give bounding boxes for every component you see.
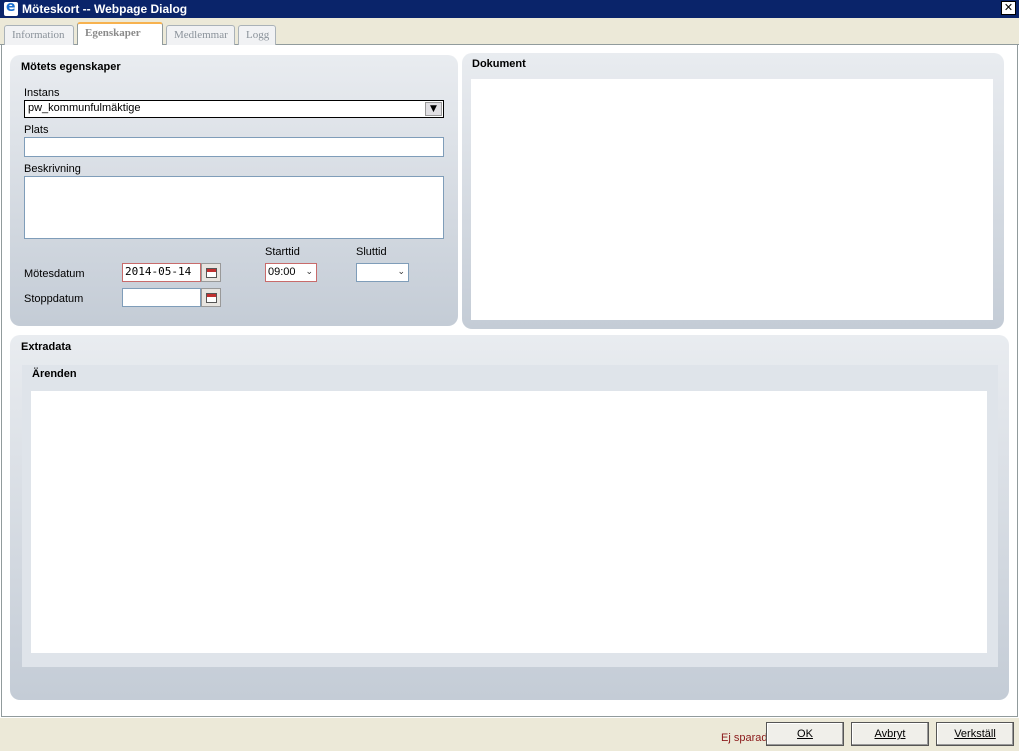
- meeting-date-label: Mötesdatum: [24, 268, 85, 280]
- place-input[interactable]: [24, 137, 444, 157]
- documents-title: Dokument: [472, 58, 526, 70]
- status-text: Ej sparad: [721, 732, 768, 744]
- chevron-down-icon[interactable]: ▼: [425, 102, 442, 116]
- instance-select[interactable]: pw_kommunfulmäktige ▼: [24, 100, 444, 118]
- cases-title: Ärenden: [32, 368, 77, 380]
- stop-date-input[interactable]: [122, 288, 201, 307]
- extradata-panel: Extradata Ärenden: [10, 335, 1009, 700]
- meeting-date-input[interactable]: 2014-05-14: [122, 263, 201, 282]
- chevron-down-icon: ⌄: [397, 267, 405, 277]
- cancel-button[interactable]: Avbryt: [851, 722, 929, 746]
- cases-list[interactable]: [31, 391, 987, 653]
- instance-label: Instans: [24, 87, 60, 99]
- meeting-properties-panel: Mötets egenskaper Instans pw_kommunfulmä…: [10, 55, 458, 326]
- meeting-date-calendar-button[interactable]: [201, 263, 221, 282]
- cases-panel: Ärenden: [22, 365, 998, 667]
- apply-button[interactable]: Verkställ: [936, 722, 1014, 746]
- dialog-footer: Ej sparad OK Avbryt Verkställ: [0, 718, 1019, 751]
- panel-title: Mötets egenskaper: [21, 61, 121, 73]
- calendar-icon: [206, 268, 217, 278]
- ie-icon: [4, 0, 18, 16]
- documents-list[interactable]: [471, 79, 993, 320]
- window-title: Möteskort -- Webpage Dialog: [22, 2, 188, 16]
- calendar-icon: [206, 293, 217, 303]
- extradata-title: Extradata: [21, 341, 72, 353]
- description-textarea[interactable]: [24, 176, 444, 239]
- tab-logg[interactable]: Logg: [238, 25, 276, 45]
- start-time-label: Starttid: [265, 246, 300, 258]
- documents-panel: Dokument: [462, 53, 1004, 329]
- close-button[interactable]: ✕: [1001, 1, 1016, 15]
- description-label: Beskrivning: [24, 163, 81, 175]
- instance-value: pw_kommunfulmäktige: [28, 102, 141, 114]
- tab-egenskaper[interactable]: Egenskaper: [77, 22, 163, 46]
- tab-medlemmar[interactable]: Medlemmar: [166, 25, 235, 45]
- ok-button[interactable]: OK: [766, 722, 844, 746]
- end-time-label: Sluttid: [356, 246, 387, 258]
- title-bar: Möteskort -- Webpage Dialog ✕: [0, 0, 1019, 18]
- chevron-down-icon: ⌄: [305, 267, 313, 277]
- place-label: Plats: [24, 124, 49, 136]
- tab-content: Mötets egenskaper Instans pw_kommunfulmä…: [1, 45, 1018, 717]
- tab-strip: Information Egenskaper Medlemmar Logg: [0, 18, 1019, 46]
- end-time-select[interactable]: ⌄: [356, 263, 409, 282]
- stop-date-calendar-button[interactable]: [201, 288, 221, 307]
- stop-date-label: Stoppdatum: [24, 293, 84, 305]
- start-time-select[interactable]: 09:00 ⌄: [265, 263, 317, 282]
- start-time-value: 09:00: [268, 266, 296, 278]
- tab-information[interactable]: Information: [4, 25, 74, 45]
